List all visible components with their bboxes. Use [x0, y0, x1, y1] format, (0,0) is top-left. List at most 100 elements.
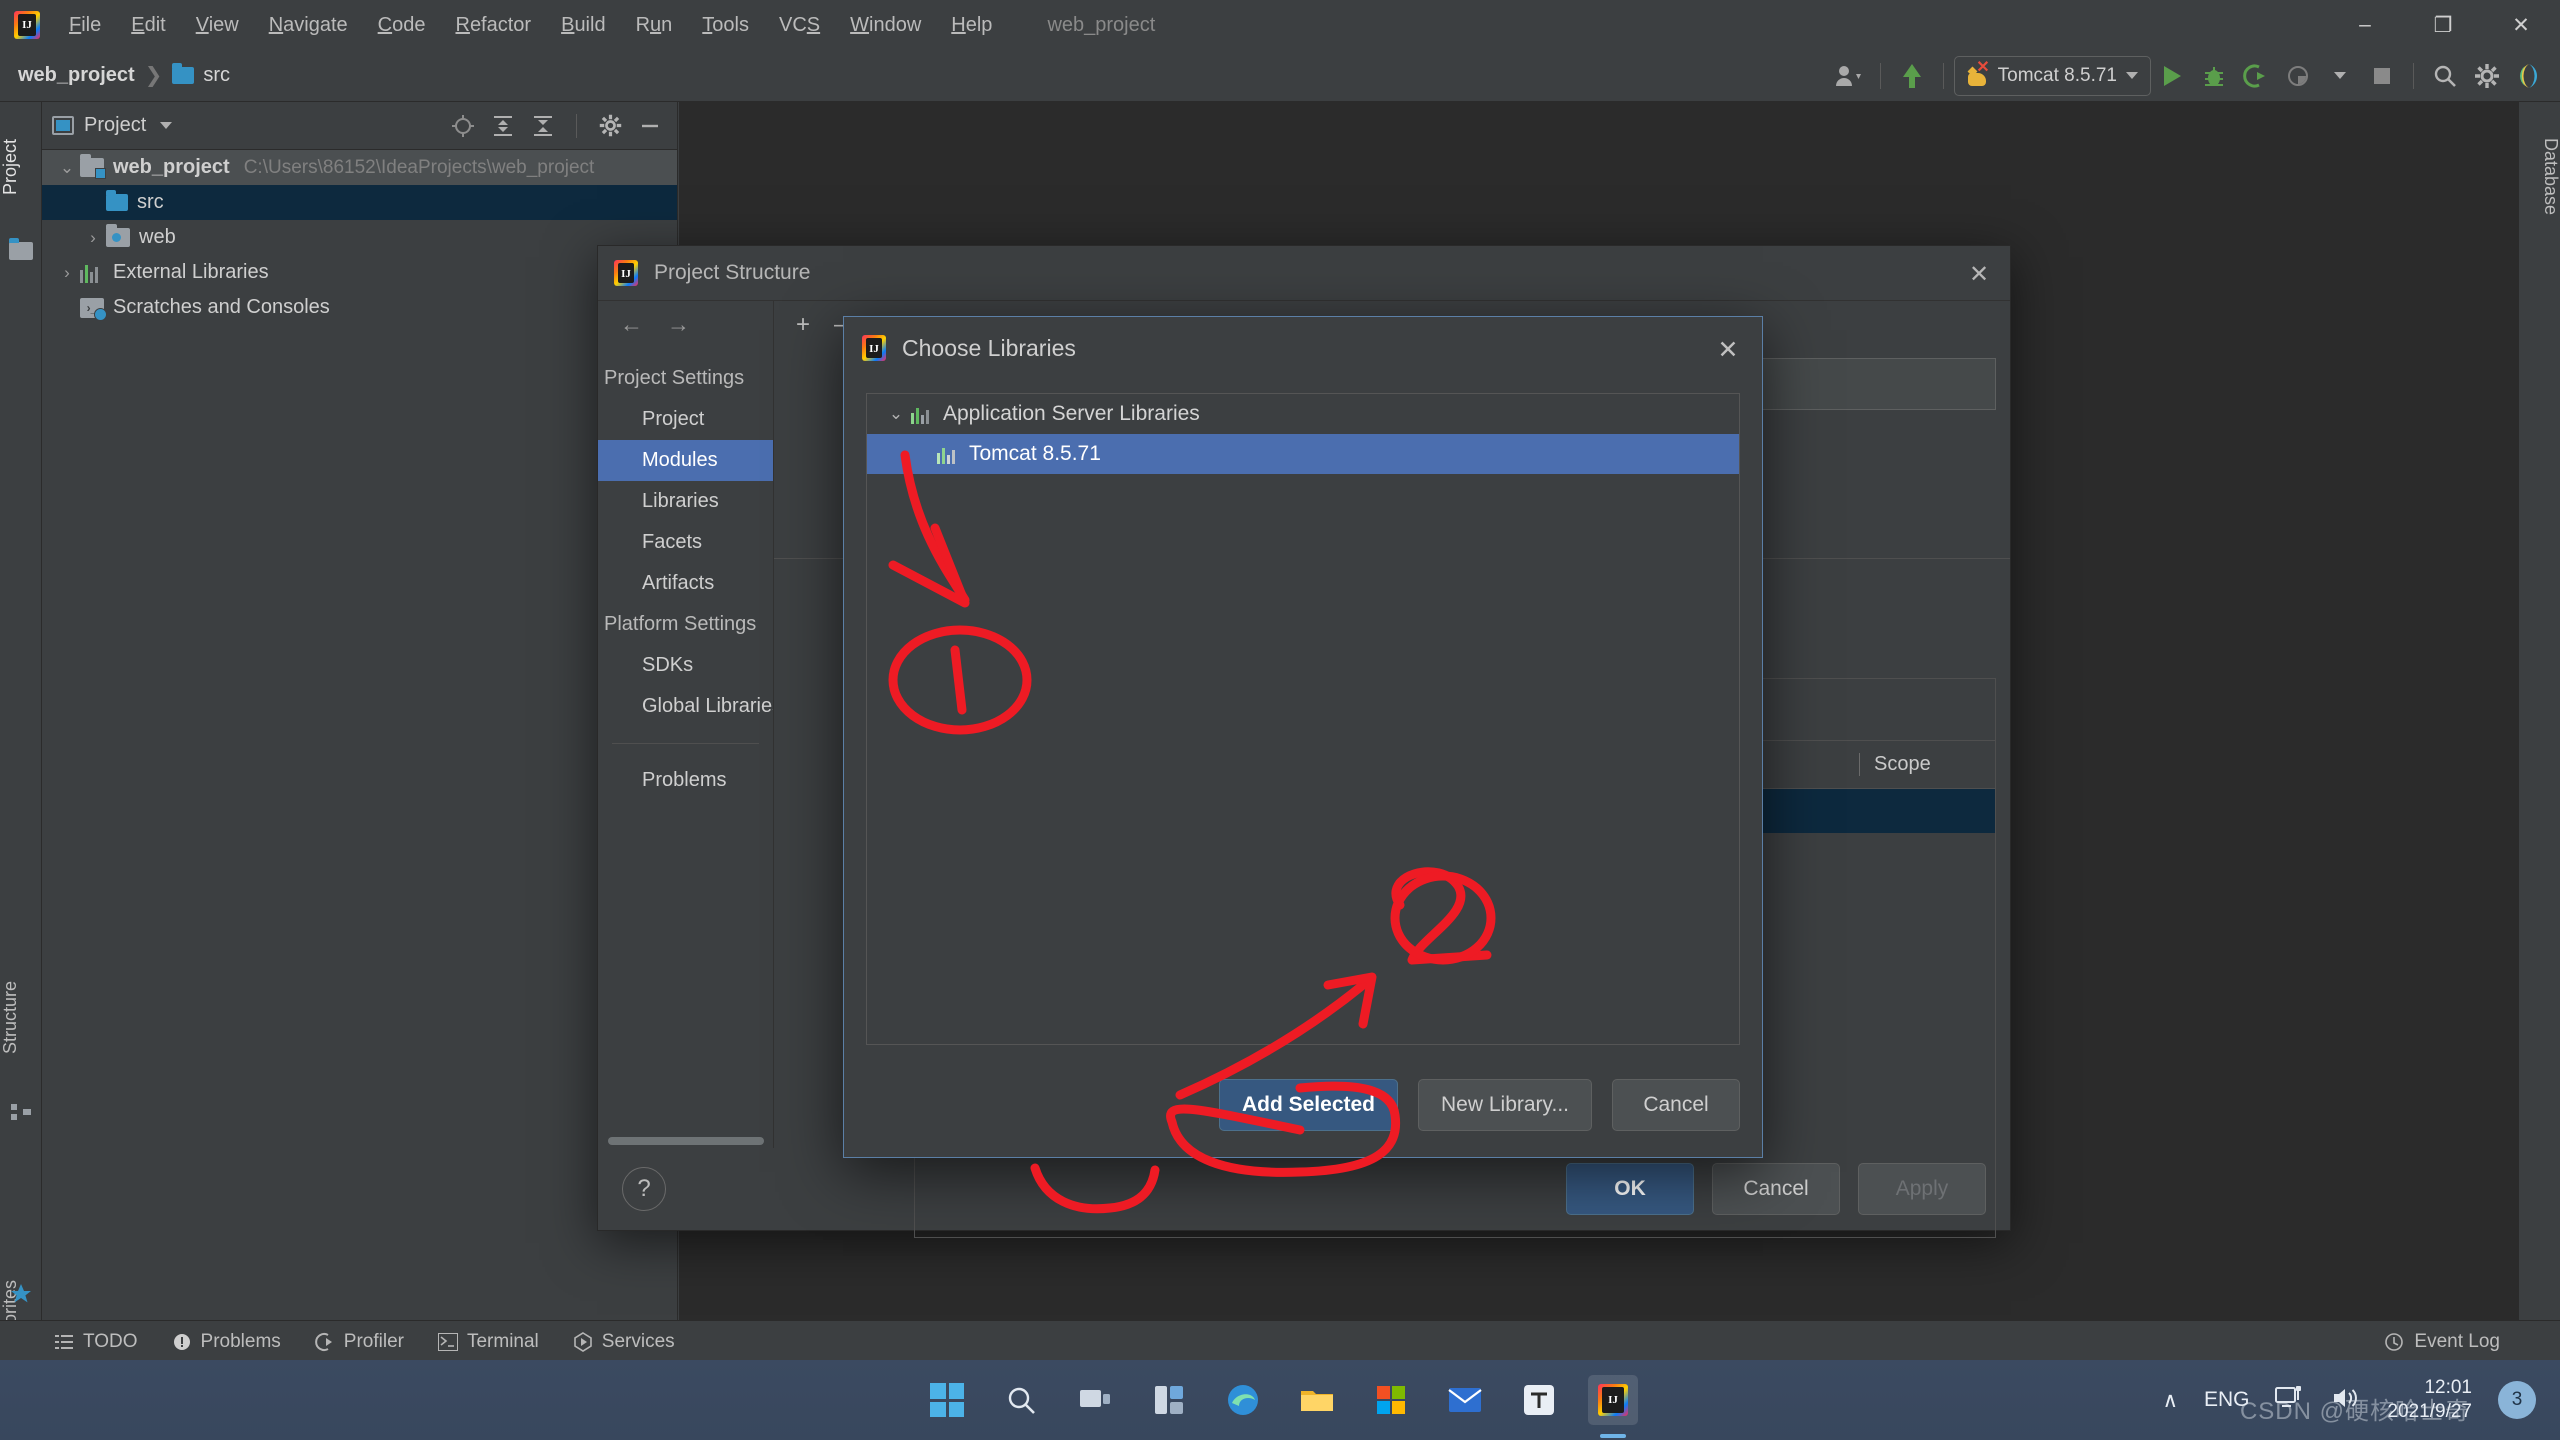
ok-button[interactable]: OK — [1566, 1163, 1694, 1215]
sidebar-item-facets[interactable]: Facets — [598, 522, 773, 563]
nav-forward-icon[interactable]: → — [667, 311, 690, 338]
maximize-button[interactable]: ❐ — [2404, 0, 2482, 50]
file-explorer-icon[interactable] — [1292, 1375, 1342, 1425]
network-icon[interactable] — [2275, 1385, 2305, 1416]
chevron-down-icon-2[interactable] — [2319, 55, 2361, 97]
menu-run[interactable]: Run — [621, 10, 688, 41]
minimize-button[interactable]: – — [2326, 0, 2404, 50]
collapse-all-icon[interactable] — [526, 109, 560, 143]
menu-build[interactable]: Build — [546, 10, 620, 41]
tree-item-web-project[interactable]: ⌄ web_project C:\Users\86152\IdeaProject… — [42, 150, 677, 185]
typora-icon[interactable] — [1514, 1375, 1564, 1425]
add-selected-button[interactable]: Add Selected — [1218, 1079, 1399, 1131]
choose-libraries-close-icon[interactable]: ✕ — [1706, 329, 1750, 371]
menu-refactor[interactable]: Refactor — [440, 10, 546, 41]
language-indicator[interactable]: ENG — [2204, 1388, 2250, 1412]
nav-back-icon[interactable]: ← — [620, 311, 643, 338]
widgets-icon[interactable] — [1144, 1375, 1194, 1425]
task-view-icon[interactable] — [1070, 1375, 1120, 1425]
chevron-right-icon-web[interactable]: › — [80, 228, 106, 248]
chevron-down-icon-tree[interactable]: ⌄ — [54, 158, 80, 178]
cancel-button[interactable]: Cancel — [1712, 1163, 1840, 1215]
chevron-right-icon-extlibs[interactable]: › — [54, 263, 80, 283]
new-library-button[interactable]: New Library... — [1418, 1079, 1592, 1131]
tray-chevron-up-icon[interactable]: ∧ — [2163, 1388, 2178, 1413]
notification-badge[interactable]: 3 — [2498, 1381, 2536, 1419]
expand-all-icon[interactable] — [486, 109, 520, 143]
library-group-application-server-libraries[interactable]: ⌄ Application Server Libraries — [867, 394, 1739, 434]
sidebar-category-project-settings: Project Settings — [604, 367, 745, 389]
project-panel-header: Project — [42, 102, 677, 150]
chevron-down-icon-project[interactable] — [160, 122, 173, 129]
menu-help[interactable]: Help — [936, 10, 1007, 41]
menu-navigate[interactable]: Navigate — [254, 10, 363, 41]
edge-icon[interactable] — [1218, 1375, 1268, 1425]
chevron-down-icon-libgroup[interactable]: ⌄ — [881, 404, 911, 424]
sidebar-item-libraries[interactable]: Libraries — [598, 481, 773, 522]
sidebar-item-project[interactable]: Project — [598, 399, 773, 440]
tree-item-src[interactable]: src — [42, 185, 677, 220]
menu-code[interactable]: Code — [363, 10, 441, 41]
sidebar-horizontal-scrollbar[interactable] — [598, 1134, 774, 1148]
volume-icon[interactable] — [2331, 1385, 2361, 1416]
breadcrumb-src[interactable]: src — [172, 63, 230, 87]
breadcrumb-project[interactable]: web_project — [18, 64, 135, 87]
tree-item-scratches[interactable]: ›_ Scratches and Consoles — [42, 290, 677, 325]
profiler-icon[interactable] — [2277, 55, 2319, 97]
tomcat-icon: ✕ — [1967, 59, 1990, 87]
search-everywhere-icon[interactable] — [2424, 55, 2466, 97]
run-with-coverage-icon[interactable] — [2235, 55, 2277, 97]
tree-item-web[interactable]: › web — [42, 220, 677, 255]
add-module-icon[interactable]: + — [796, 311, 810, 339]
menu-tools[interactable]: Tools — [687, 10, 764, 41]
project-tool-window: Project ⌄ web_project C:\Users\86152\Ide… — [42, 102, 678, 1320]
bottom-tab-profiler[interactable]: Profiler — [315, 1331, 404, 1353]
cancel-button-cl[interactable]: Cancel — [1612, 1079, 1740, 1131]
navigation-bar: web_project ❯ src ✕ Tomcat 8.5.71 — [0, 50, 2560, 102]
close-button[interactable]: ✕ — [2482, 0, 2560, 50]
menu-view[interactable]: View — [181, 10, 254, 41]
microsoft-store-icon[interactable] — [1366, 1375, 1416, 1425]
intellij-idea-icon-taskbar[interactable]: IJ — [1588, 1375, 1638, 1438]
sidebar-tab-structure[interactable]: Structure — [0, 942, 42, 1092]
stop-icon[interactable] — [2361, 55, 2403, 97]
sidebar-item-artifacts[interactable]: Artifacts — [598, 563, 773, 604]
run-configuration-selector[interactable]: ✕ Tomcat 8.5.71 — [1953, 55, 2151, 96]
windows-taskbar: IJ ∧ ENG 12:01 2021/9/27 3 CSDN @硬核哈士奇 — [0, 1360, 2560, 1440]
menu-vcs[interactable]: VCS — [764, 10, 835, 41]
debug-icon[interactable] — [2193, 55, 2235, 97]
bottom-tab-problems[interactable]: Problems — [172, 1331, 281, 1353]
menu-edit[interactable]: Edit — [116, 10, 180, 41]
web-folder-icon — [106, 224, 130, 247]
help-button[interactable]: ? — [622, 1167, 666, 1211]
breadcrumb-project-label: web_project — [18, 64, 135, 86]
project-structure-close-icon[interactable]: ✕ — [1956, 252, 2002, 296]
settings-icon[interactable] — [2466, 55, 2508, 97]
sidebar-item-global-libraries[interactable]: Global Libraries — [598, 686, 773, 727]
bottom-tab-services[interactable]: Services — [573, 1331, 675, 1353]
library-item-tomcat[interactable]: Tomcat 8.5.71 — [867, 434, 1739, 474]
tree-item-external-libraries[interactable]: › External Libraries — [42, 255, 677, 290]
locate-icon[interactable] — [446, 109, 480, 143]
sidebar-tab-project[interactable]: Project — [0, 102, 42, 232]
start-icon[interactable] — [922, 1375, 972, 1425]
project-panel-actions — [446, 109, 667, 143]
sidebar-item-modules[interactable]: Modules — [598, 440, 773, 481]
hide-icon[interactable] — [633, 109, 667, 143]
update-project-icon[interactable] — [1891, 55, 1933, 97]
gear-icon[interactable] — [593, 109, 627, 143]
sidebar-item-sdks[interactable]: SDKs — [598, 645, 773, 686]
menu-window[interactable]: Window — [835, 10, 936, 41]
clock[interactable]: 12:01 2021/9/27 — [2387, 1376, 2472, 1424]
search-icon[interactable] — [996, 1375, 1046, 1425]
mail-icon[interactable] — [1440, 1375, 1490, 1425]
event-log-button[interactable]: Event Log — [2384, 1331, 2500, 1353]
menu-file[interactable]: File — [54, 10, 116, 41]
bottom-tab-terminal[interactable]: Terminal — [437, 1331, 539, 1353]
idea-feature-icon[interactable] — [2508, 55, 2550, 97]
user-icon[interactable] — [1828, 55, 1870, 97]
sidebar-tab-database[interactable]: Database — [2519, 102, 2560, 252]
run-icon[interactable] — [2151, 55, 2193, 97]
bottom-tab-todo[interactable]: TODO — [54, 1331, 138, 1353]
sidebar-item-problems[interactable]: Problems — [598, 760, 773, 801]
